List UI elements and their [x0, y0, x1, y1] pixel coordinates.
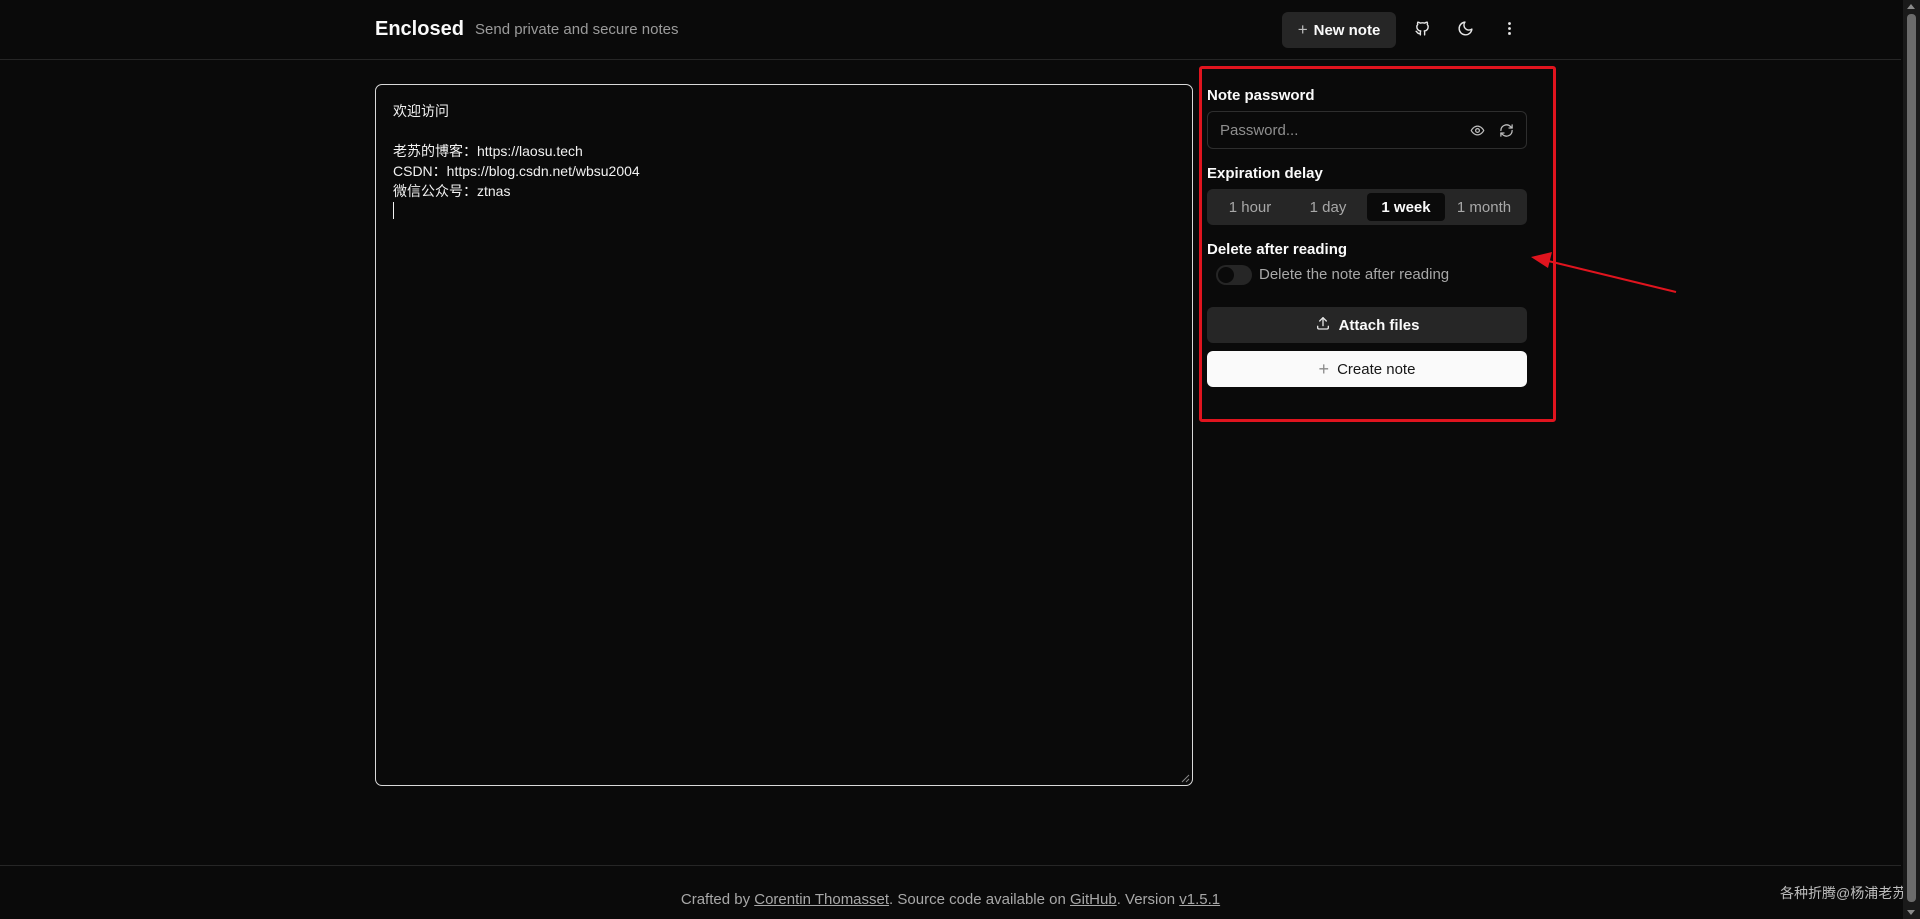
attach-files-label: Attach files — [1338, 316, 1420, 334]
app-tagline: Send private and secure notes — [475, 21, 679, 38]
attach-files-button[interactable]: Attach files — [1207, 307, 1527, 343]
expiration-option-1-hour[interactable]: 1 hour — [1211, 193, 1289, 221]
page-scrollbar[interactable] — [1903, 0, 1920, 919]
app-header: Enclosed Send private and secure notes +… — [0, 0, 1901, 60]
version-link[interactable]: v1.5.1 — [1179, 891, 1220, 908]
note-line: 微信公众号：ztnas — [393, 183, 511, 199]
annotation-arrow-icon — [1531, 252, 1677, 293]
password-label: Note password — [1207, 87, 1315, 104]
upload-icon — [1315, 315, 1331, 335]
resize-grip-icon[interactable] — [1180, 773, 1190, 783]
watermark: 各种折腾@杨浦老苏 — [1780, 885, 1907, 901]
expiration-label: Expiration delay — [1207, 165, 1323, 182]
new-note-button[interactable]: + New note — [1282, 12, 1396, 48]
footer-version-prefix: . Version — [1116, 891, 1180, 908]
github-button[interactable] — [1404, 12, 1440, 48]
note-line — [393, 121, 1175, 141]
expiration-selector: 1 hour 1 day 1 week 1 month — [1207, 189, 1527, 225]
github-icon — [1414, 20, 1431, 40]
toggle-knob — [1218, 267, 1234, 283]
expiration-option-1-week[interactable]: 1 week — [1367, 193, 1445, 221]
plus-icon: + — [1297, 20, 1308, 39]
github-link[interactable]: GitHub — [1070, 891, 1117, 908]
new-note-label: New note — [1313, 21, 1381, 39]
footer-divider — [0, 865, 1901, 866]
note-line: CSDN：https://blog.csdn.net/wbsu2004 — [393, 163, 640, 179]
note-line: 老苏的博客：https://laosu.tech — [393, 143, 583, 159]
app-logo-title[interactable]: Enclosed — [375, 18, 464, 41]
note-settings-panel: Note password Expiration delay 1 hour 1 … — [1199, 66, 1556, 422]
password-input[interactable] — [1208, 112, 1482, 148]
expiration-option-1-month[interactable]: 1 month — [1445, 193, 1523, 221]
note-content-textarea[interactable]: 欢迎访问 老苏的博客：https://laosu.tech CSDN：https… — [375, 84, 1193, 786]
expiration-option-1-day[interactable]: 1 day — [1289, 193, 1367, 221]
footer-prefix: Crafted by — [680, 891, 755, 908]
more-menu-button[interactable] — [1491, 12, 1527, 48]
author-link[interactable]: Corentin Thomasset — [754, 891, 889, 908]
delete-after-reading-label: Delete after reading — [1207, 241, 1348, 258]
create-note-button[interactable]: + Create note — [1207, 351, 1527, 387]
password-field — [1207, 111, 1527, 149]
create-note-label: Create note — [1337, 360, 1416, 378]
eye-icon[interactable] — [1468, 121, 1486, 139]
moon-icon — [1457, 20, 1474, 40]
note-line: 欢迎访问 — [393, 103, 449, 119]
footer: Crafted by Corentin Thomasset. Source co… — [0, 891, 1901, 908]
more-vertical-icon — [1501, 20, 1518, 40]
refresh-icon[interactable] — [1497, 121, 1515, 139]
theme-toggle-button[interactable] — [1447, 12, 1483, 48]
scroll-up-icon[interactable] — [1907, 4, 1915, 9]
scrollbar-thumb[interactable] — [1907, 14, 1916, 902]
delete-after-reading-toggle[interactable] — [1216, 265, 1252, 285]
delete-after-reading-toggle-label[interactable]: Delete the note after reading — [1259, 266, 1449, 283]
text-caret — [393, 201, 1175, 221]
footer-middle: . Source code available on — [889, 891, 1070, 908]
plus-icon: + — [1318, 358, 1330, 379]
scroll-down-icon[interactable] — [1907, 910, 1915, 915]
